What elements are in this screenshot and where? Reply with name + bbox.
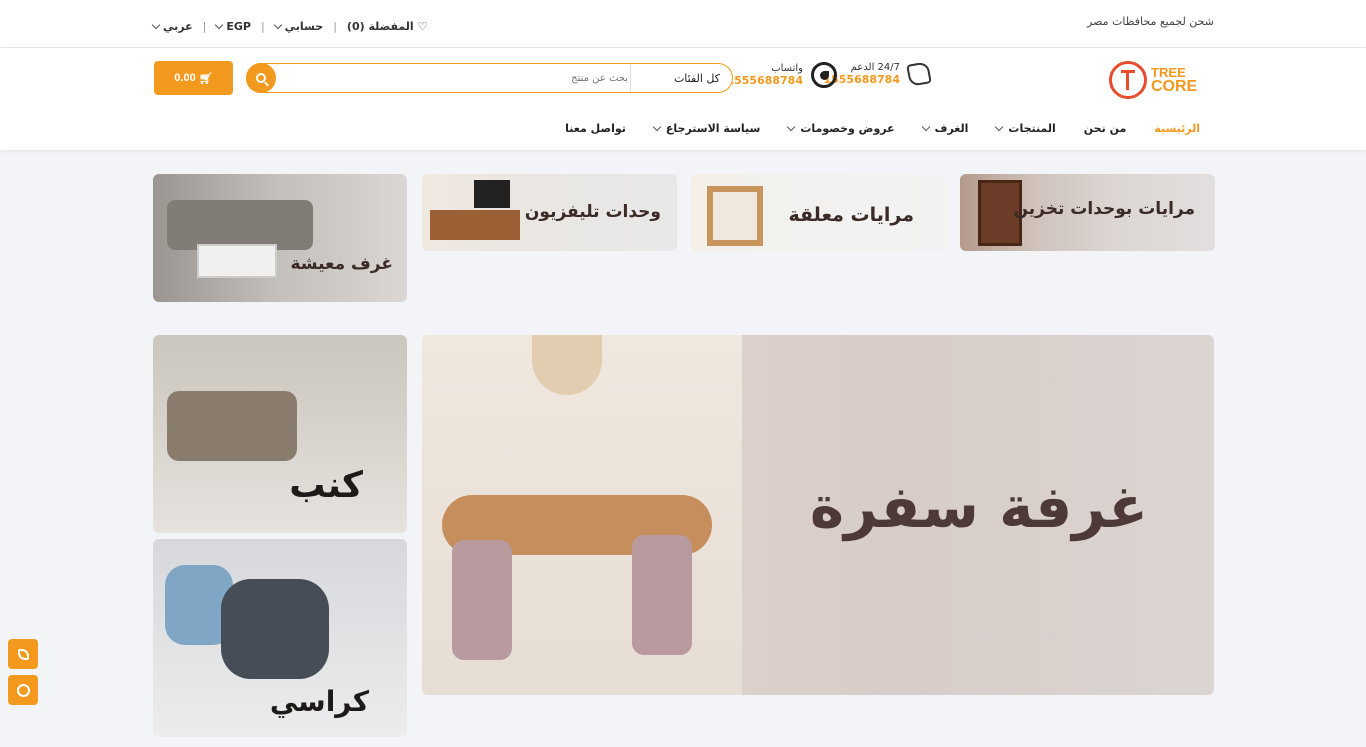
phone-icon xyxy=(906,61,932,87)
floating-whatsapp-button[interactable] xyxy=(8,675,38,705)
site-logo[interactable]: TREE CORE xyxy=(1109,60,1201,100)
heart-icon: ♡ xyxy=(417,20,428,33)
top-links: عربي | EGP | حسابي | المفضلة (0) ♡ xyxy=(151,20,428,33)
whatsapp-label: واتساب xyxy=(771,63,803,74)
search-input[interactable] xyxy=(378,67,628,89)
search-icon xyxy=(256,73,266,83)
divider: | xyxy=(333,20,337,33)
tile-storage-mirrors[interactable]: مرايات بوحدات تخزين xyxy=(960,174,1215,251)
nav-home[interactable]: الرئيسية xyxy=(1154,122,1200,135)
coffee-table-image xyxy=(197,244,277,278)
sofa-image xyxy=(167,200,313,250)
wishlist-link[interactable]: المفضلة (0) ♡ xyxy=(347,20,428,33)
shipping-note: شحن لجميع محافظات مصر xyxy=(1087,15,1214,28)
whatsapp-contact[interactable]: واتساب 1555688784 xyxy=(726,62,837,88)
nav-rooms[interactable]: الغرف xyxy=(921,122,968,135)
chevron-down-icon xyxy=(921,122,930,132)
tile-chairs[interactable]: كراسي xyxy=(153,539,407,737)
chevron-down-icon xyxy=(652,122,662,132)
gray-armchair-image xyxy=(221,579,329,679)
tv-image xyxy=(474,180,510,208)
language-label: عربي xyxy=(163,20,193,33)
tile-hanging-mirrors[interactable]: مرايات معلقة xyxy=(691,174,946,251)
nav-about[interactable]: من نحن xyxy=(1084,122,1127,135)
tile-title: غرفة سفرة xyxy=(809,473,1148,541)
divider: | xyxy=(260,20,265,33)
tile-title: كنب xyxy=(289,465,363,506)
account-label: حسابي xyxy=(284,20,324,33)
mirror-image xyxy=(707,186,763,246)
category-select[interactable]: كل الفئات xyxy=(630,64,732,92)
search-button[interactable] xyxy=(246,63,276,93)
floating-call-button[interactable] xyxy=(8,639,38,669)
nav-products[interactable]: المنتجات xyxy=(995,122,1056,135)
currency-selector[interactable]: EGP xyxy=(215,20,251,33)
top-bar: شحن لجميع محافظات مصر عربي | EGP | حسابي… xyxy=(0,0,1366,48)
chevron-down-icon xyxy=(151,20,161,30)
tv-stand-image xyxy=(430,210,520,240)
account-menu[interactable]: حسابي xyxy=(273,20,324,33)
language-selector[interactable]: عربي xyxy=(151,20,193,33)
chair-image xyxy=(452,540,512,660)
divider: | xyxy=(202,20,207,33)
cart-icon: 🛒︎ xyxy=(198,72,213,85)
tile-living-rooms[interactable]: غرف معيشة xyxy=(153,174,407,302)
wishlist-label: المفضلة (0) xyxy=(346,20,414,33)
currency-label: EGP xyxy=(226,20,251,33)
chevron-down-icon xyxy=(273,20,282,30)
tile-tv-units[interactable]: وحدات تليفزيون xyxy=(422,174,677,251)
tile-title: مرايات بوحدات تخزين xyxy=(1013,199,1195,219)
chevron-down-icon xyxy=(787,122,796,132)
support-contact[interactable]: 24/7 الدعم 1555688784 xyxy=(823,61,932,87)
nav-contact[interactable]: تواصل معنا xyxy=(565,122,626,135)
phone-icon xyxy=(17,648,29,660)
chair-image xyxy=(632,535,692,655)
chevron-down-icon xyxy=(995,122,1004,132)
cart-amount: 0.00 xyxy=(174,72,196,84)
header: TREE CORE 24/7 الدعم 1555688784 واتساب 1… xyxy=(0,48,1366,150)
tile-title: غرف معيشة xyxy=(290,254,393,274)
tile-title: كراسي xyxy=(269,685,369,718)
whatsapp-icon xyxy=(811,62,837,88)
sofa-image xyxy=(167,391,297,461)
search-bar: كل الفئات xyxy=(246,63,733,93)
nav-returns-policy[interactable]: سياسة الاسترجاع xyxy=(652,122,760,135)
tile-dining-room[interactable]: غرفة سفرة xyxy=(422,335,1214,695)
tile-sofas[interactable]: كنب xyxy=(153,335,407,533)
chevron-down-icon xyxy=(215,20,224,30)
main-nav: الرئيسية من نحن المنتجات الغرف عروض وخصو… xyxy=(565,122,1200,135)
whatsapp-icon xyxy=(16,683,30,697)
nav-offers[interactable]: عروض وخصومات xyxy=(787,122,895,135)
logo-mark-icon xyxy=(1109,61,1147,99)
whatsapp-number: 1555688784 xyxy=(726,74,803,87)
logo-line2: CORE xyxy=(1151,78,1198,95)
tile-title: وحدات تليفزيون xyxy=(524,202,661,222)
cart-button[interactable]: 0.00 🛒︎ xyxy=(154,61,233,95)
tile-title: مرايات معلقة xyxy=(788,204,914,226)
